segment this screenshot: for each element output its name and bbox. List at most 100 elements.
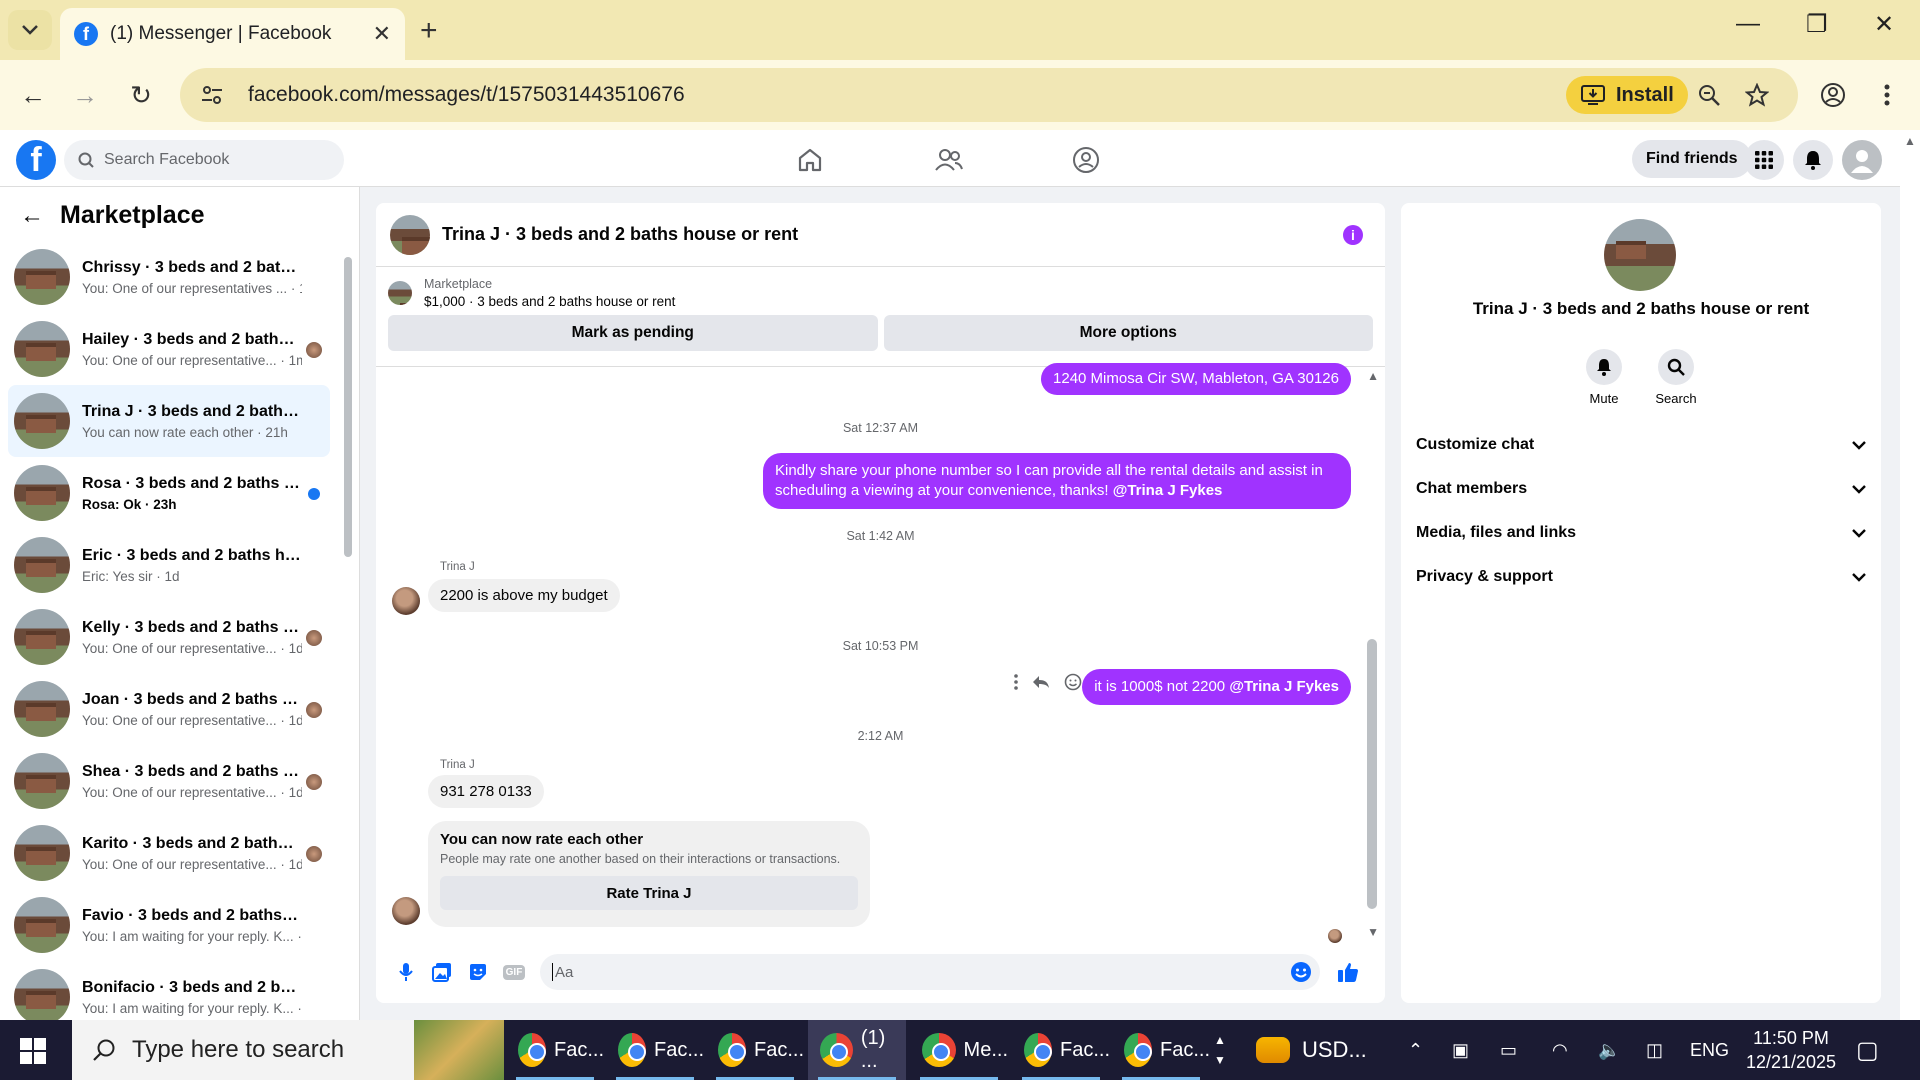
react-emoji-icon[interactable] — [1064, 673, 1082, 691]
info-icon[interactable]: i — [1343, 224, 1363, 245]
battery-icon[interactable]: ▭ — [1500, 1020, 1517, 1080]
taskbar-chrome-window[interactable]: Me... — [910, 1020, 1008, 1080]
volume-icon[interactable]: 🔈 — [1598, 1020, 1620, 1080]
privacy-support-row[interactable]: Privacy & support — [1416, 555, 1866, 599]
incoming-message[interactable]: 2200 is above my budget — [428, 579, 620, 612]
conversation-item[interactable]: Kelly · 3 beds and 2 baths ho... You: One… — [8, 601, 330, 673]
media-files-links-row[interactable]: Media, files and links — [1416, 511, 1866, 555]
install-app-button[interactable]: Install — [1566, 76, 1688, 114]
page-scrollbar[interactable]: ▲ — [1900, 130, 1920, 1020]
sender-avatar[interactable] — [392, 897, 420, 925]
more-actions-icon[interactable] — [1014, 674, 1018, 690]
listing-thumbnail[interactable] — [388, 281, 412, 305]
listing-thumbnail — [14, 609, 70, 665]
mention[interactable]: @Trina J Fykes — [1113, 482, 1223, 499]
groups-nav-icon[interactable] — [1070, 144, 1102, 176]
emoji-picker-icon[interactable] — [1290, 961, 1312, 983]
photo-gallery-icon[interactable] — [424, 954, 460, 990]
home-nav-icon[interactable] — [794, 144, 826, 176]
microphone-icon[interactable] — [388, 954, 424, 990]
taskbar-chrome-window[interactable]: Fac... — [506, 1020, 604, 1080]
close-window-icon[interactable]: ✕ — [1874, 10, 1894, 39]
camera-icon[interactable]: ◫ — [1646, 1020, 1663, 1080]
friends-nav-icon[interactable] — [933, 144, 965, 176]
windows-start-icon[interactable] — [20, 1038, 46, 1064]
chat-listing-avatar[interactable] — [390, 214, 430, 255]
forward-icon[interactable]: → — [68, 78, 102, 112]
taskbar-chrome-window[interactable]: Fac... — [1012, 1020, 1110, 1080]
screen-capture-icon[interactable]: ▣ — [1452, 1020, 1469, 1080]
menu-grid-icon[interactable] — [1744, 140, 1784, 180]
back-icon[interactable]: ← — [16, 78, 50, 112]
notification-center-icon[interactable]: ▢ — [1856, 1020, 1879, 1080]
find-friends-button[interactable]: Find friends — [1632, 140, 1752, 178]
chat-title[interactable]: Trina J · 3 beds and 2 baths house or re… — [442, 224, 1343, 245]
taskbar-chrome-window-active[interactable]: (1) ... — [808, 1020, 906, 1080]
scroll-up-icon[interactable]: ▲ — [1900, 134, 1920, 148]
system-clock[interactable]: 11:50 PM 12/21/2025 — [1736, 1026, 1846, 1074]
bookmark-star-icon[interactable] — [1740, 78, 1774, 112]
outgoing-message[interactable]: it is 1000$ not 2200 @Trina J Fykes — [1082, 669, 1351, 705]
listing-price-title[interactable]: $1,000 · 3 beds and 2 baths house or ren… — [424, 294, 675, 309]
facebook-logo[interactable]: f — [16, 140, 56, 180]
customize-chat-row[interactable]: Customize chat — [1416, 423, 1866, 467]
scroll-down-icon[interactable]: ▼ — [1367, 925, 1379, 939]
thumbs-up-icon[interactable] — [1330, 954, 1366, 990]
reload-icon[interactable]: ↻ — [124, 78, 158, 112]
taskbar-app-label: (1) ... — [860, 1027, 886, 1072]
conversation-item[interactable]: Rosa · 3 beds and 2 baths ho... Rosa: Ok … — [8, 457, 330, 529]
account-avatar[interactable] — [1842, 140, 1882, 180]
currency-widget[interactable]: USD... — [1256, 1020, 1367, 1080]
sender-avatar[interactable] — [392, 587, 420, 615]
rate-user-button[interactable]: Rate Trina J — [440, 876, 858, 910]
profile-icon[interactable] — [1816, 78, 1850, 112]
more-options-button[interactable]: More options — [883, 315, 1373, 351]
outgoing-message[interactable]: 1240 Mimosa Cir SW, Mableton, GA 30126 — [1041, 363, 1351, 395]
sidebar-scrollbar[interactable] — [344, 257, 352, 557]
mention[interactable]: @Trina J Fykes — [1229, 678, 1339, 695]
back-arrow-icon[interactable]: ← — [20, 202, 44, 230]
notifications-bell-icon[interactable] — [1793, 140, 1833, 180]
conversation-sidebar: ← Marketplace Chrissy · 3 beds and 2 bat… — [0, 187, 360, 1025]
conversation-item[interactable]: Chrissy · 3 beds and 2 baths ho... You: O… — [8, 241, 330, 313]
gif-icon[interactable]: GIF — [496, 954, 532, 990]
search-in-conversation-action[interactable]: Search — [1640, 349, 1712, 406]
conversation-item[interactable]: Shea · 3 beds and 2 baths ho... You: One … — [8, 745, 330, 817]
close-tab-icon[interactable]: ✕ — [373, 21, 391, 47]
restore-icon[interactable]: ❐ — [1806, 10, 1828, 39]
conversation-item[interactable]: Karito · 3 beds and 2 baths h... You: One… — [8, 817, 330, 889]
outgoing-message[interactable]: Kindly share your phone number so I can … — [763, 453, 1351, 509]
tab-search-button[interactable] — [8, 10, 52, 50]
browser-menu-icon[interactable] — [1870, 78, 1904, 112]
new-tab-button[interactable]: + — [420, 14, 438, 48]
conversation-item[interactable]: Eric · 3 beds and 2 baths house... Eric: … — [8, 529, 330, 601]
scroll-up-icon[interactable]: ▲ — [1367, 369, 1379, 383]
minimize-icon[interactable]: — — [1736, 10, 1760, 38]
chat-scrollbar[interactable] — [1367, 639, 1377, 909]
chat-members-row[interactable]: Chat members — [1416, 467, 1866, 511]
sticker-icon[interactable] — [460, 954, 496, 990]
conversation-item[interactable]: Favio · 3 beds and 2 baths hou... You: I … — [8, 889, 330, 961]
wifi-icon[interactable]: ◠ — [1552, 1020, 1568, 1080]
address-bar[interactable]: facebook.com/messages/t/1575031443510676 — [180, 68, 1798, 122]
taskbar-chrome-window[interactable]: Fac... — [1112, 1020, 1210, 1080]
listing-large-avatar[interactable] — [1604, 219, 1676, 291]
language-indicator[interactable]: ENG — [1690, 1020, 1729, 1080]
conversation-item[interactable]: Hailey · 3 beds and 2 baths h... You: One… — [8, 313, 330, 385]
taskbar-chrome-window[interactable]: Fac... — [706, 1020, 804, 1080]
show-hidden-icons-icon[interactable]: ⌃ — [1408, 1020, 1423, 1080]
incoming-message[interactable]: 931 278 0133 — [428, 775, 544, 808]
taskbar-search-box[interactable]: Type here to search — [72, 1020, 504, 1080]
reply-icon[interactable] — [1032, 675, 1050, 689]
message-input[interactable]: Aa — [540, 954, 1320, 990]
site-info-icon[interactable] — [192, 85, 232, 105]
zoom-icon[interactable] — [1692, 78, 1726, 112]
taskbar-chrome-window[interactable]: Fac... — [606, 1020, 704, 1080]
browser-tab-messenger[interactable]: f (1) Messenger | Facebook ✕ — [60, 8, 405, 60]
conversation-item[interactable]: Joan · 3 beds and 2 baths ho... You: One … — [8, 673, 330, 745]
taskbar-scroll-arrows[interactable]: ▲ ▼ — [1214, 1020, 1226, 1080]
conversation-item-active[interactable]: Trina J · 3 beds and 2 baths ho... You ca… — [8, 385, 330, 457]
mark-as-pending-button[interactable]: Mark as pending — [388, 315, 878, 351]
facebook-search-input[interactable]: Search Facebook — [64, 140, 344, 180]
mute-action[interactable]: Mute — [1568, 349, 1640, 406]
